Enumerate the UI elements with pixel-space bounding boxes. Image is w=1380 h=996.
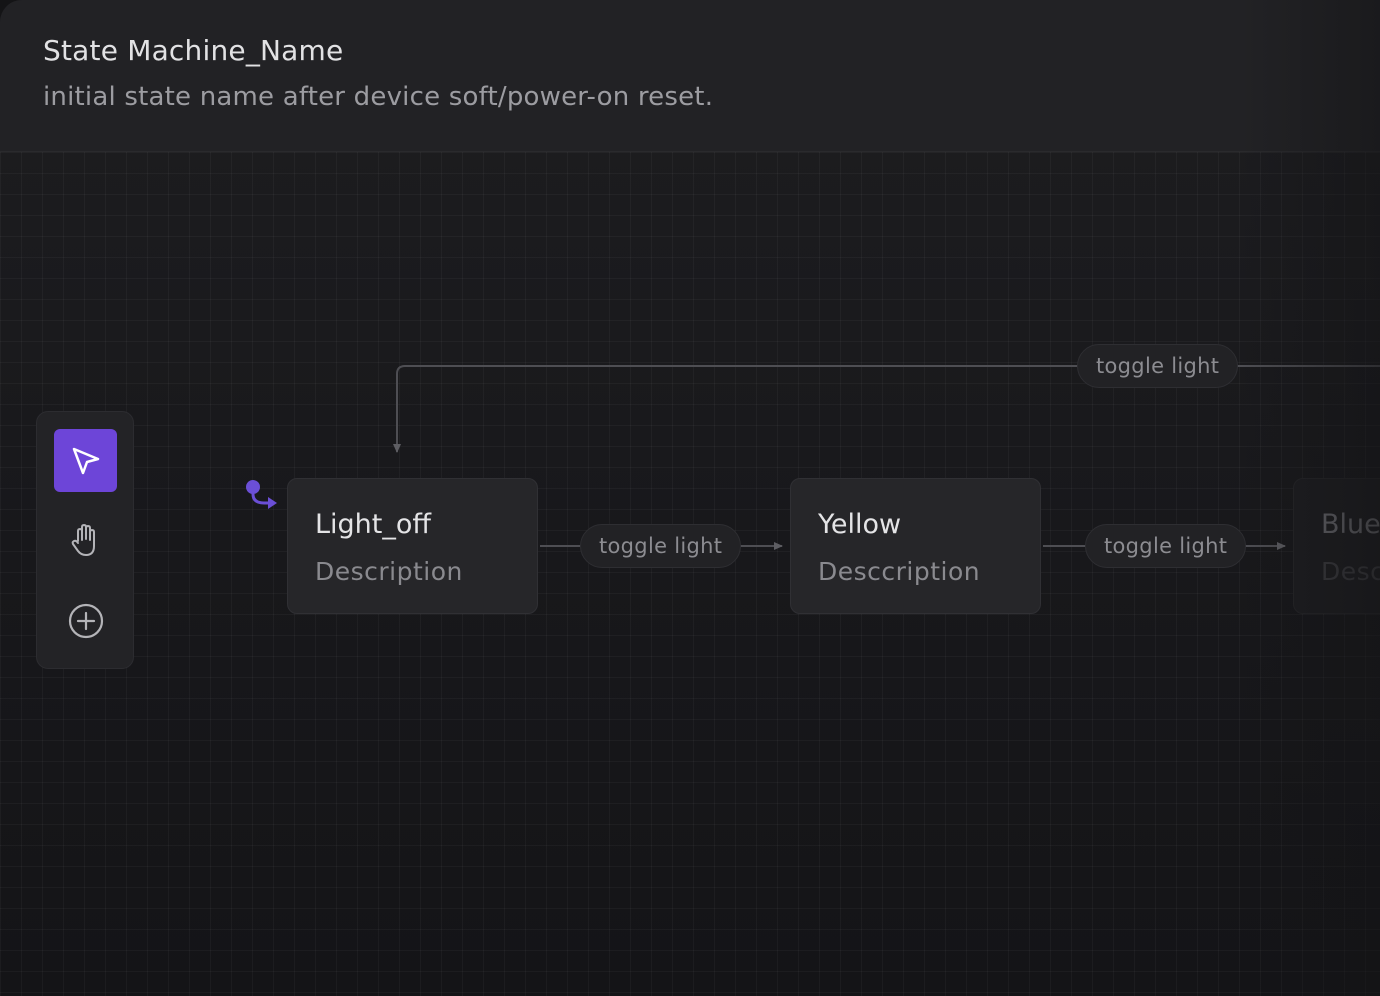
state-node-light-off[interactable]: Light_off Description <box>287 478 538 614</box>
transition-label[interactable]: toggle light <box>580 524 742 568</box>
state-node-yellow[interactable]: Yellow Desccription <box>790 478 1041 614</box>
transition-edges <box>246 365 1380 996</box>
state-name: Blue <box>1321 509 1380 540</box>
state-description: Desccription <box>818 557 981 586</box>
canvas-toolbar <box>36 411 134 669</box>
app-window: State Machine_Name initial state name af… <box>0 0 1380 996</box>
cursor-icon <box>72 447 99 474</box>
add-state-button[interactable] <box>54 589 117 652</box>
hand-icon <box>71 523 95 556</box>
initial-state-icon <box>246 480 277 509</box>
transition-label[interactable]: toggle light <box>1085 524 1247 568</box>
transition-label[interactable]: toggle light <box>1077 344 1239 388</box>
state-name: Yellow <box>818 509 902 540</box>
state-description: Description <box>1321 557 1380 586</box>
state-node-blue[interactable]: Blue Description <box>1293 478 1380 614</box>
plus-circle-icon <box>68 603 103 638</box>
state-name: Light_off <box>315 509 432 540</box>
select-tool-button[interactable] <box>54 429 117 492</box>
pan-tool-button[interactable] <box>54 509 117 572</box>
state-description: Description <box>315 557 463 586</box>
